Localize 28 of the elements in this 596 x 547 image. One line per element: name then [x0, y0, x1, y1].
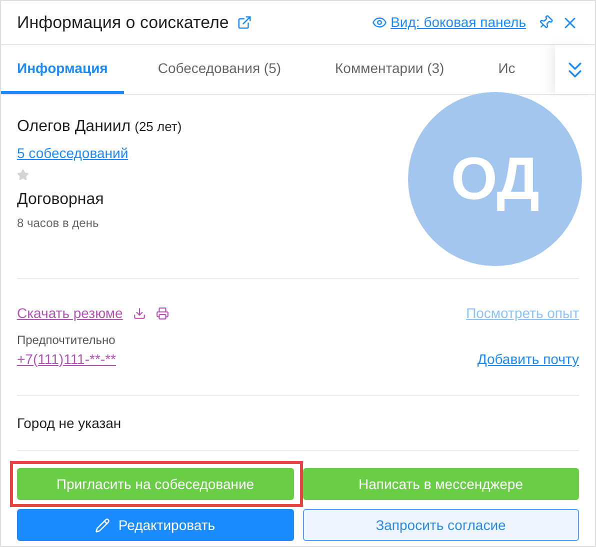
star-icon[interactable]: [17, 169, 29, 181]
edit-button[interactable]: Редактировать: [17, 509, 294, 541]
download-resume-link[interactable]: Скачать резюме: [17, 303, 123, 324]
tab[interactable]: Ис: [482, 45, 532, 94]
download-icon[interactable]: [132, 307, 146, 320]
action-button[interactable]: Написать в мессенджере: [302, 468, 579, 500]
tab[interactable]: Собеседования (5): [142, 45, 298, 94]
action-button[interactable]: Запросить согласие: [302, 509, 579, 541]
avatar: ОД: [408, 92, 582, 266]
pencil-icon: [95, 518, 110, 532]
preferred-label: Предпочтительно: [17, 332, 116, 349]
candidate-age: (25 лет): [134, 118, 182, 136]
interviews-link[interactable]: 5 собеседований: [17, 143, 128, 164]
candidate-name: Олегов Даниил: [17, 117, 131, 137]
printer-icon[interactable]: [156, 307, 169, 320]
add-email-link[interactable]: Добавить почту: [477, 349, 579, 370]
salary-text: Договорная: [17, 190, 105, 210]
view-experience-link[interactable]: Посмотреть опыт: [466, 303, 579, 324]
panel-title: Информация о соискателе: [17, 12, 229, 34]
tab[interactable]: Комментарии (3): [319, 45, 460, 94]
tab[interactable]: Информация: [1, 45, 124, 94]
schedule-text: 8 часов в день: [17, 215, 100, 232]
phone-link[interactable]: +7(111)111-**-**: [17, 349, 116, 370]
view-mode-link[interactable]: Вид: боковая панель: [390, 12, 526, 33]
external-link-icon[interactable]: [236, 15, 252, 30]
action-button[interactable]: Пригласить на собеседование: [17, 468, 294, 500]
city-text: Город не указан: [17, 414, 122, 433]
eye-icon: [372, 15, 387, 30]
